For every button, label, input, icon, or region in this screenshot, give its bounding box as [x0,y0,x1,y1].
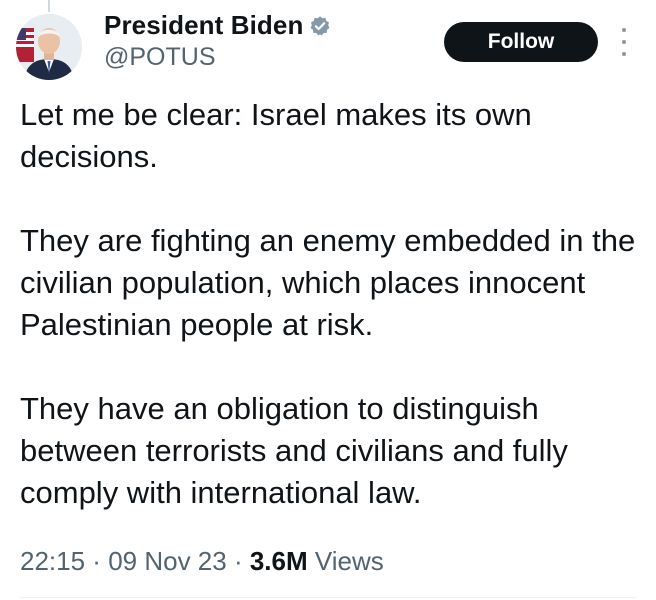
tweet-text: Let me be clear: Israel makes its own de… [20,94,640,514]
more-dot [622,52,626,56]
profile-photo [16,14,82,80]
views-label: Views [314,546,384,576]
more-dot [622,40,626,44]
verified-badge-icon[interactable] [309,15,331,37]
author-name-row: President Biden [104,10,331,41]
tweet-paragraph: They are fighting an enemy embedded in t… [20,223,636,342]
views-count: 3.6M [249,546,308,576]
divider [20,597,636,598]
tweet-time[interactable]: 22:15 [20,546,85,576]
tweet-meta: 22:15 · 09 Nov 23 · 3.6M Views [20,546,384,577]
meta-separator: · [85,546,109,576]
author-block: President Biden @POTUS [104,10,331,72]
follow-button[interactable]: Follow [444,22,598,62]
meta-separator: · [226,546,250,576]
more-vertical-icon[interactable] [616,28,632,56]
tweet-paragraph: They have an obligation to distinguish b… [20,391,568,510]
avatar[interactable] [16,14,82,80]
thread-connector-line [48,0,50,12]
tweet-paragraph: Let me be clear: Israel makes its own de… [20,97,532,174]
author-handle[interactable]: @POTUS [104,43,331,72]
tweet-date[interactable]: 09 Nov 23 [108,546,227,576]
more-dot [622,28,626,32]
author-display-name[interactable]: President Biden [104,10,303,41]
